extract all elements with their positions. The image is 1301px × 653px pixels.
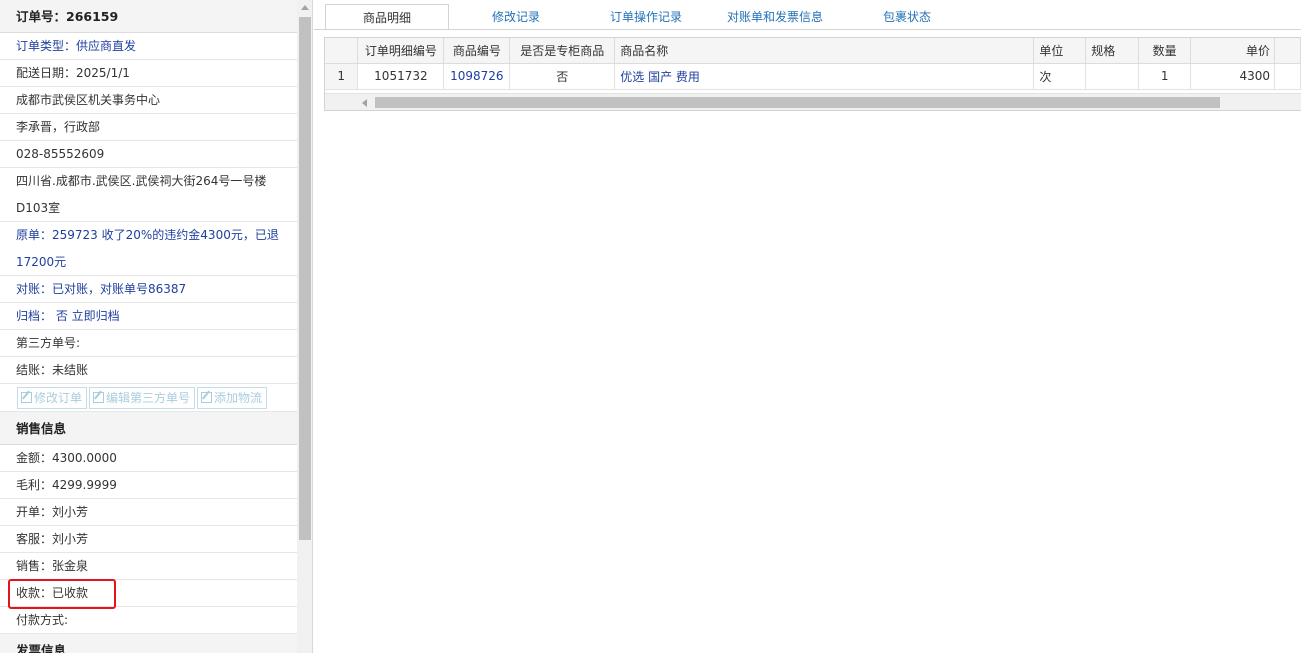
customer-phone: 028-85552609 [0, 141, 297, 168]
column-header[interactable]: 订单明细编号 [357, 38, 445, 64]
left-scrollbar[interactable] [297, 0, 312, 653]
sales-opener: 开单：刘小芳 [0, 499, 297, 526]
archive-status[interactable]: 归档： 否 立即归档 [0, 303, 297, 330]
cell-counter-product: 否 [509, 63, 616, 90]
order-type: 订单类型：供应商直发 [0, 33, 297, 60]
sales-info-header: 销售信息 [0, 412, 297, 445]
tab-reconcile-invoice[interactable]: 对账单和发票信息 [727, 4, 823, 30]
customer-org: 成都市武侯区机关事务中心 [0, 87, 297, 114]
cell-spec [1085, 63, 1140, 90]
column-header[interactable]: 规格 [1085, 38, 1140, 64]
order-info-panel: 订单号：266159 订单类型：供应商直发 配送日期：2025/1/1 成都市武… [0, 0, 313, 653]
product-table: 订单明细编号 商品编号 是否是专柜商品 商品名称 单位 规格 数量 单价 1 1… [325, 38, 1301, 90]
invoice-info-header: 发票信息 [0, 634, 297, 653]
reconcile-status: 对账：已对账，对账单号86387 [0, 276, 297, 303]
payment-method: 付款方式: [0, 607, 297, 634]
cell-product-id-link[interactable]: 1098726 [443, 63, 511, 90]
sales-amount: 金额：4300.0000 [0, 445, 297, 472]
tab-product-detail[interactable]: 商品明细 [325, 4, 449, 30]
row-number: 1 [325, 63, 359, 90]
grid-horizontal-scrollbar[interactable] [325, 93, 1301, 110]
customer-address: 四川省.成都市.武侯区.武侯祠大街264号一号楼D103室 [0, 168, 297, 222]
column-header-filler [1274, 38, 1301, 64]
sales-service: 客服：刘小芳 [0, 526, 297, 553]
payment-status: 收款：已收款 [0, 580, 297, 607]
tab-operation-log[interactable]: 订单操作记录 [610, 4, 682, 30]
scrollbar-thumb[interactable] [299, 17, 311, 540]
detail-panel: 商品明细 修改记录 订单操作记录 对账单和发票信息 包裹状态 订单明细编号 商品… [314, 0, 1301, 653]
cell-detail-id: 1051732 [357, 63, 445, 90]
tab-underline [314, 29, 1301, 30]
cell-quantity: 1 [1138, 63, 1192, 90]
cell-product-name-link[interactable]: 优选 国产 费用 [614, 63, 1035, 90]
edit-icon [201, 392, 213, 403]
scroll-up-icon[interactable] [301, 5, 309, 10]
settle-status: 结账：未结账 [0, 357, 297, 384]
table-header-row: 订单明细编号 商品编号 是否是专柜商品 商品名称 单位 规格 数量 单价 [325, 38, 1301, 64]
column-header[interactable]: 是否是专柜商品 [509, 38, 616, 64]
table-row[interactable]: 1 1051732 1098726 否 优选 国产 费用 次 1 4300 [325, 63, 1301, 90]
third-party-number: 第三方单号: [0, 330, 297, 357]
delivery-date: 配送日期：2025/1/1 [0, 60, 297, 87]
edit-icon [93, 392, 105, 403]
column-header[interactable]: 商品编号 [443, 38, 511, 64]
column-header[interactable]: 单位 [1033, 38, 1087, 64]
product-grid: 订单明细编号 商品编号 是否是专柜商品 商品名称 单位 规格 数量 单价 1 1… [324, 37, 1301, 111]
sales-profit: 毛利：4299.9999 [0, 472, 297, 499]
column-header[interactable]: 商品名称 [614, 38, 1035, 64]
scroll-left-icon[interactable] [362, 99, 367, 107]
add-logistics-button[interactable]: 添加物流 [197, 387, 268, 409]
cell-unit-price: 4300 [1190, 63, 1275, 90]
edit-icon [21, 392, 32, 403]
scrollbar-thumb[interactable] [375, 97, 1220, 108]
cell-filler [1274, 63, 1301, 90]
column-header[interactable]: 单价 [1190, 38, 1275, 64]
tab-package-status[interactable]: 包裹状态 [883, 4, 931, 30]
cell-unit: 次 [1033, 63, 1087, 90]
order-action-bar: 修改订单 编辑第三方单号 添加物流 [0, 384, 297, 412]
column-header[interactable]: 数量 [1138, 38, 1192, 64]
sales-seller: 销售：张金泉 [0, 553, 297, 580]
edit-order-button[interactable]: 修改订单 [17, 387, 88, 409]
column-header [325, 38, 359, 64]
original-order-note: 原单：259723 收了20%的违约金4300元，已退17200元 [0, 222, 297, 276]
customer-contact: 李承晋，行政部 [0, 114, 297, 141]
order-number-header: 订单号：266159 [0, 0, 297, 33]
edit-third-party-button[interactable]: 编辑第三方单号 [89, 387, 196, 409]
tab-modify-log[interactable]: 修改记录 [492, 4, 540, 30]
